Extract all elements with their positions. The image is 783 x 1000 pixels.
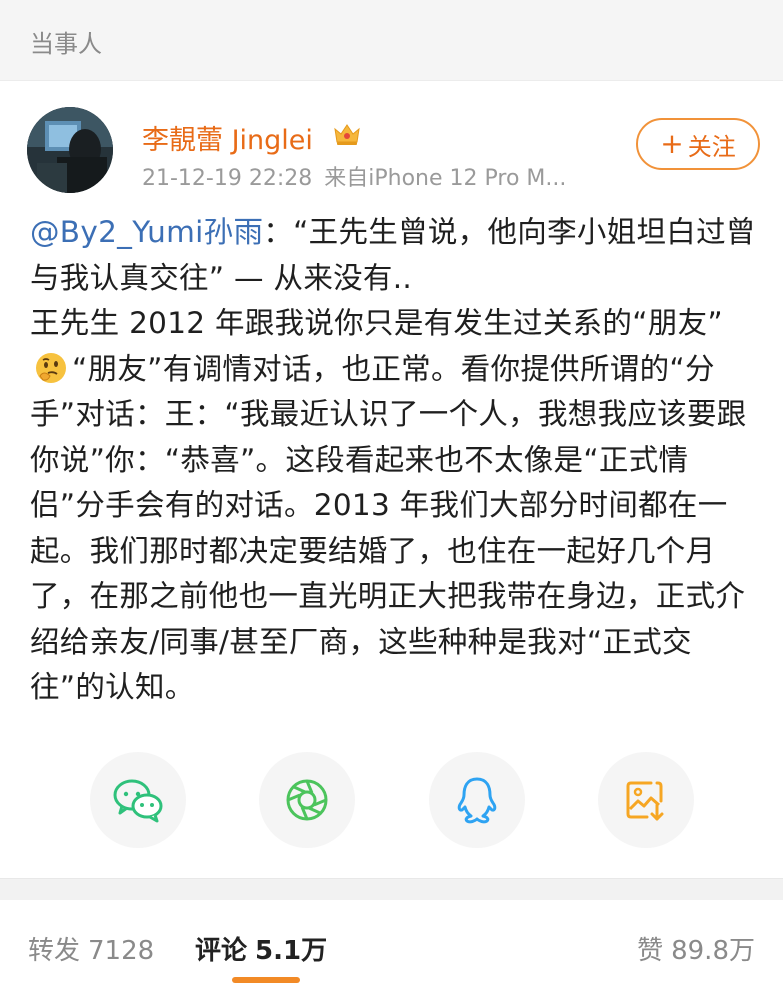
section-title: 当事人 [30,30,102,58]
share-wechat-button[interactable] [90,752,186,848]
vip-crown-icon [332,121,362,147]
follow-button[interactable]: + 关注 [636,118,760,170]
post-meta: 21-12-19 22:28 来自iPhone 12 Pro M... [142,160,587,192]
share-row [0,752,783,848]
share-moments-button[interactable] [259,752,355,848]
active-tab-indicator [232,977,300,983]
share-qq-button[interactable] [429,752,525,848]
qq-icon [457,777,497,824]
post-paragraph-2: 王先生 2012 年跟我说你只是有发生过关系的“朋友” “朋友”有调情对话，也正常… [30,301,760,711]
wechat-icon [113,779,163,823]
save-image-button[interactable] [598,752,694,848]
author-name[interactable]: 李靚蕾 Jinglei [142,118,313,157]
comment-label: 评论 [195,936,248,966]
avatar-image [27,107,113,193]
bottom-tab-bar: 转发 7128 评论 5.1万 赞 89.8万 [0,900,783,1000]
post-paragraph-1: @By2_Yumi孙雨：“王先生曾说，他向李小姐坦白过曾与我认真交往” — 从来… [30,210,760,301]
avatar[interactable] [27,107,113,193]
post-text: @By2_Yumi孙雨：“王先生曾说，他向李小姐坦白过曾与我认真交往” — 从来… [30,210,760,711]
comment-count: 5.1万 [255,936,328,966]
thinking-face-emoji-icon [34,351,68,385]
moments-icon [286,779,328,821]
tab-comment[interactable]: 评论 5.1万 [195,930,327,967]
section-header: 当事人 [0,0,783,81]
post-text-2a: 王先生 2012 年跟我说你只是有发生过关系的“朋友” [30,306,723,340]
tab-repost[interactable]: 转发 7128 [28,930,154,967]
follow-label: 关注 [687,132,736,161]
like-count: 89.8万 [671,936,755,966]
post-timestamp: 21-12-19 22:28 [142,166,313,191]
divider-band [0,878,783,901]
plus-icon: + [660,127,684,160]
post-text-2b: “朋友”有调情对话，也正常。看你提供所谓的“分手”对话：王：“我最近认识了一个人… [30,351,747,705]
repost-count: 7128 [88,936,155,966]
repost-label: 转发 [28,936,81,966]
save-image-icon [626,781,664,821]
like-label: 赞 [637,936,664,966]
tab-like[interactable]: 赞 89.8万 [637,930,755,967]
mention-link[interactable]: @By2_Yumi孙雨 [30,215,263,249]
post-source: 来自iPhone 12 Pro M... [324,166,567,191]
